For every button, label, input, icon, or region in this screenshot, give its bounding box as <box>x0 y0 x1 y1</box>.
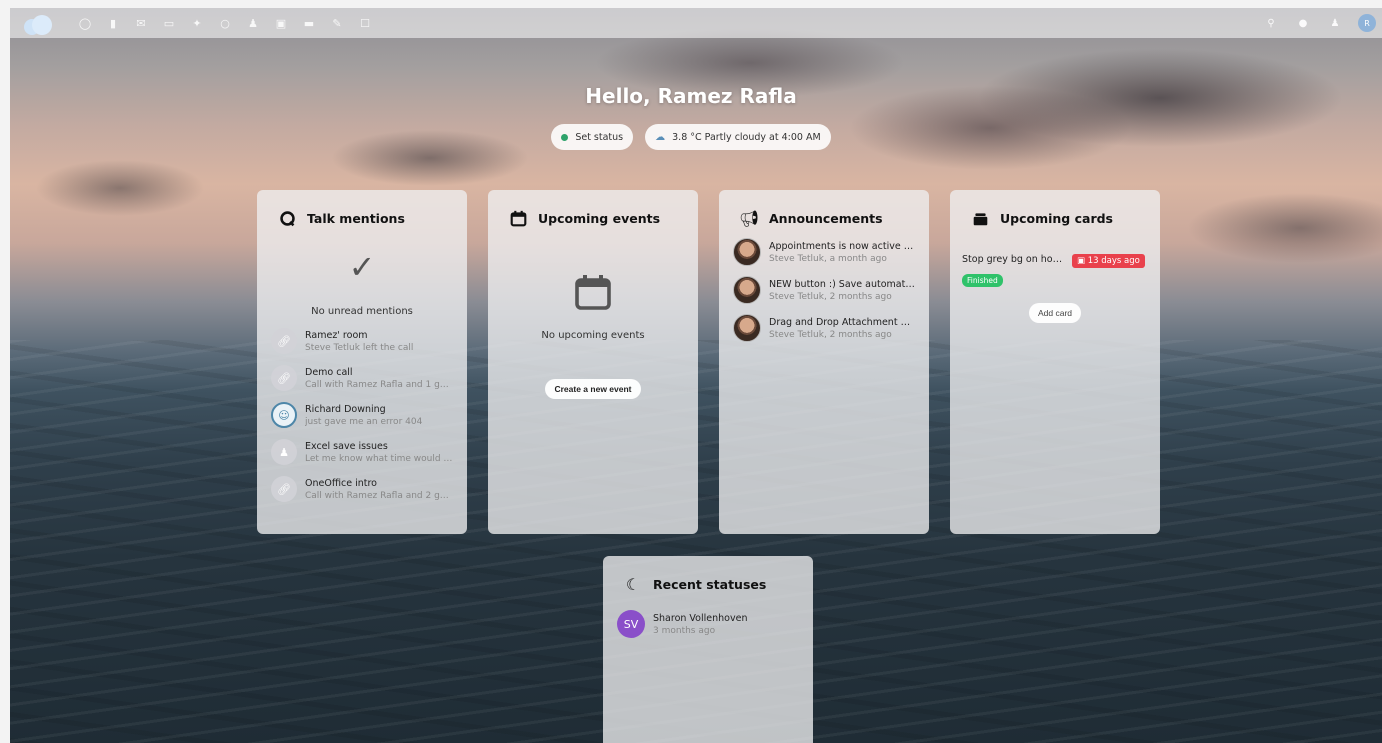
list-item[interactable]: SV Sharon Vollenhoven 3 months ago <box>617 610 799 638</box>
card-title: Stop grey bg on hover <box>962 254 1066 265</box>
panel-title: Announcements <box>769 210 883 226</box>
contacts-menu-icon[interactable]: ♟ <box>1326 14 1344 32</box>
item-subtitle: Steve Tetluk left the call <box>305 342 414 353</box>
calendar-icon <box>508 208 528 228</box>
item-subtitle: Call with Ramez Rafla and 1 guest <box>305 379 453 390</box>
tasks-icon[interactable]: ☐ <box>356 14 374 32</box>
photos-icon[interactable]: ▭ <box>160 14 178 32</box>
set-status-button[interactable]: Set status <box>551 124 634 150</box>
status-user-name: Sharon Vollenhoven <box>653 612 748 624</box>
calendar-icon[interactable]: ▣ <box>272 14 290 32</box>
empty-text: No upcoming events <box>541 330 645 341</box>
list-item[interactable]: ♟ Excel save issues Let me know what tim… <box>271 439 453 465</box>
search-icon[interactable]: ⚲ <box>1262 14 1280 32</box>
calendar-icon: ▣ <box>1077 256 1088 266</box>
recent-statuses-panel: ☾ Recent statuses SV Sharon Vollenhoven … <box>603 556 813 743</box>
item-subtitle: just gave me an error 404 <box>305 416 423 427</box>
announcements-panel: 📢︎ Announcements Appointments is now act… <box>719 190 929 534</box>
group-icon: ♟ <box>271 439 297 465</box>
upcoming-events-panel: Upcoming events No upcoming events Creat… <box>488 190 698 534</box>
avatar: SV <box>617 610 645 638</box>
item-title: Drag and Drop Attachment support <box>769 316 915 328</box>
item-title: Demo call <box>305 366 353 378</box>
header-right: ⚲ ● ♟ R <box>1262 14 1376 32</box>
item-subtitle: Steve Tetluk, 2 months ago <box>769 291 892 302</box>
link-icon: 🔗︎ <box>271 365 297 391</box>
talk-mentions-panel: Talk mentions ✓ No unread mentions 🔗︎ Ra… <box>257 190 467 534</box>
panel-title: Upcoming events <box>538 210 661 226</box>
contacts-icon[interactable]: ♟ <box>244 14 262 32</box>
item-title: Appointments is now active in OneOffice <box>769 240 915 252</box>
moon-icon: ☾ <box>625 574 641 594</box>
notes-icon[interactable]: ✎ <box>328 14 346 32</box>
panel-title: Upcoming cards <box>1000 210 1114 226</box>
due-date-badge: ▣ 13 days ago <box>1072 254 1145 268</box>
finished-tag: Finished <box>962 274 1003 287</box>
online-status-icon <box>561 133 569 141</box>
user-avatar-icon[interactable]: R <box>1358 14 1376 32</box>
greeting-title: Hello, Ramez Rafla <box>585 84 797 108</box>
card-item[interactable]: Stop grey bg on hover ▣ 13 days ago <box>962 254 1146 268</box>
talk-icon <box>277 208 297 228</box>
panel-title: Recent statuses <box>653 576 767 592</box>
checkmark-icon: ✓ <box>348 248 376 286</box>
status-time: 3 months ago <box>653 625 716 636</box>
dashboard-icon[interactable]: ◯ <box>76 14 94 32</box>
list-item[interactable]: 🔗︎ OneOffice intro Call with Ramez Rafla… <box>271 476 453 502</box>
item-subtitle: Let me know what time would work <box>305 453 453 464</box>
deck-icon <box>970 208 990 228</box>
item-title: Richard Downing <box>305 403 386 415</box>
list-item[interactable]: ☺ Richard Downing just gave me an error … <box>271 402 453 428</box>
item-title: Ramez' room <box>305 329 368 341</box>
status-row: Set status ☁ 3.8 °C Partly cloudy at 4:0… <box>0 124 1382 150</box>
avatar: ☺ <box>271 402 297 428</box>
add-card-button[interactable]: Add card <box>1028 303 1082 323</box>
list-item[interactable]: Appointments is now active in OneOffice … <box>733 238 915 266</box>
weather-button[interactable]: ☁ 3.8 °C Partly cloudy at 4:00 AM <box>645 124 831 150</box>
due-date-label: 13 days ago <box>1087 256 1140 266</box>
link-icon: 🔗︎ <box>271 328 297 354</box>
empty-text: No unread mentions <box>311 306 413 317</box>
item-subtitle: Call with Ramez Rafla and 2 guests <box>305 490 453 501</box>
app-menu: ◯ ▮ ✉ ▭ ✦ ○ ♟ ▣ ▬ ✎ ☐ <box>76 14 374 32</box>
files-icon[interactable]: ▮ <box>104 14 122 32</box>
set-status-label: Set status <box>575 131 624 143</box>
notifications-icon[interactable]: ● <box>1294 14 1312 32</box>
top-bar: ◯ ▮ ✉ ▭ ✦ ○ ♟ ▣ ▬ ✎ ☐ ⚲ ● ♟ R <box>10 8 1382 38</box>
item-subtitle: Steve Tetluk, 2 months ago <box>769 329 892 340</box>
item-title: OneOffice intro <box>305 477 377 489</box>
empty-calendar-icon <box>502 272 684 316</box>
avatar <box>733 314 761 342</box>
avatar <box>733 238 761 266</box>
item-subtitle: Steve Tetluk, a month ago <box>769 253 887 264</box>
upcoming-cards-panel: Upcoming cards Stop grey bg on hover ▣ 1… <box>950 190 1160 534</box>
talk-icon[interactable]: ○ <box>216 14 234 32</box>
mail-icon[interactable]: ✉ <box>132 14 150 32</box>
partly-cloudy-icon: ☁ <box>655 131 666 143</box>
weather-label: 3.8 °C Partly cloudy at 4:00 AM <box>672 131 821 143</box>
link-icon: 🔗︎ <box>271 476 297 502</box>
item-title: NEW button :) Save automatically <box>769 278 915 290</box>
list-item[interactable]: 🔗︎ Ramez' room Steve Tetluk left the cal… <box>271 328 453 354</box>
item-title: Excel save issues <box>305 440 388 452</box>
list-item[interactable]: NEW button :) Save automatically Steve T… <box>733 276 915 304</box>
megaphone-icon: 📢︎ <box>738 208 760 228</box>
nextcloud-logo-icon[interactable] <box>24 13 54 35</box>
deck-icon[interactable]: ▬ <box>300 14 318 32</box>
panel-title: Talk mentions <box>307 210 405 226</box>
create-event-button[interactable]: Create a new event <box>545 379 641 399</box>
activity-icon[interactable]: ✦ <box>188 14 206 32</box>
list-item[interactable]: 🔗︎ Demo call Call with Ramez Rafla and 1… <box>271 365 453 391</box>
list-item[interactable]: Drag and Drop Attachment support Steve T… <box>733 314 915 342</box>
avatar <box>733 276 761 304</box>
